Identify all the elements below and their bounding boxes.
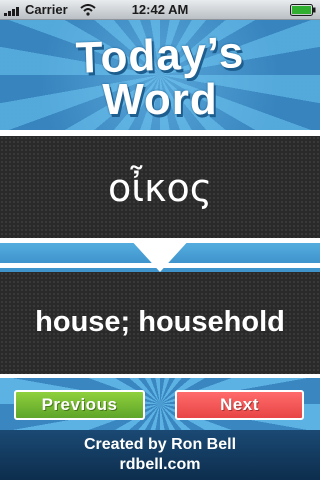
nav-bar: Previous Next	[0, 378, 320, 430]
next-button[interactable]: Next	[175, 390, 304, 420]
status-bar: Carrier 12:42 AM	[0, 0, 320, 20]
footer: Created by Ron Bell rdbell.com	[0, 430, 320, 480]
previous-button[interactable]: Previous	[14, 390, 145, 420]
title-line-2: Word	[102, 75, 218, 124]
battery-icon	[290, 4, 316, 16]
word-panel: οἶκος	[0, 136, 320, 238]
down-arrow-icon	[129, 238, 191, 272]
status-time: 12:42 AM	[131, 2, 189, 17]
arrow-band	[0, 238, 320, 272]
greek-word: οἶκος	[107, 166, 213, 210]
credit-text: Created by Ron Bell	[83, 436, 237, 453]
definition-panel: house; household	[0, 272, 320, 374]
definition-text: house; household	[35, 306, 285, 338]
app-header: Today’s Word	[0, 20, 320, 130]
site-link[interactable]: rdbell.com	[0, 456, 320, 474]
